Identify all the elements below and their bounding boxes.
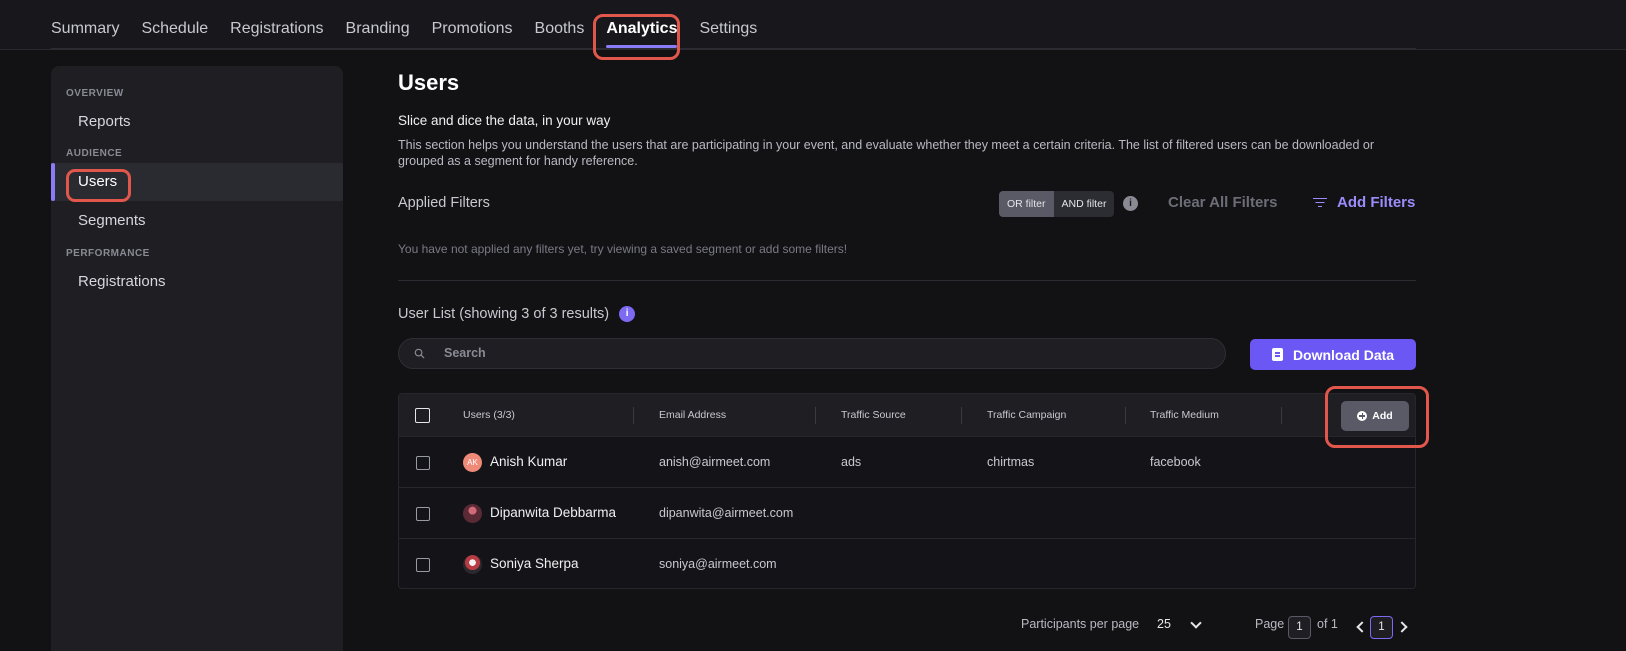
per-page-value[interactable]: 25 — [1157, 617, 1171, 631]
nav-tabs: Summary Schedule Registrations Branding … — [51, 0, 768, 50]
user-name: Soniya Sherpa — [490, 556, 579, 571]
tab-registrations[interactable]: Registrations — [219, 0, 334, 50]
traffic-medium-value: facebook — [1150, 455, 1201, 469]
add-filters-label: Add Filters — [1337, 194, 1416, 211]
download-data-button[interactable]: Download Data — [1250, 339, 1416, 370]
sidebar-section-overview: OVERVIEW — [66, 88, 124, 99]
user-email: dipanwita@airmeet.com — [659, 506, 794, 520]
column-separator — [633, 407, 634, 424]
applied-filters-label: Applied Filters — [398, 195, 490, 211]
search-icon — [414, 348, 425, 359]
sidebar-item-registrations[interactable]: Registrations — [51, 263, 343, 301]
plus-circle-icon — [1357, 411, 1368, 421]
sidebar-item-segments[interactable]: Segments — [51, 202, 343, 240]
tab-settings[interactable]: Settings — [688, 0, 768, 50]
page-label: Page — [1255, 617, 1285, 631]
row-checkbox[interactable] — [416, 507, 430, 521]
sidebar-item-users[interactable]: Users — [51, 163, 343, 201]
page-description: This section helps you understand the us… — [398, 138, 1375, 168]
add-column-button[interactable]: Add — [1341, 401, 1409, 431]
column-separator — [1281, 407, 1282, 424]
clear-all-filters-button[interactable]: Clear All Filters — [1168, 194, 1277, 211]
sidebar-section-performance: PERFORMANCE — [66, 248, 150, 259]
add-filters-button[interactable]: Add Filters — [1313, 194, 1415, 211]
traffic-source-value: ads — [841, 455, 862, 469]
user-email: soniya@airmeet.com — [659, 557, 777, 571]
filter-mode-toggle: OR filter AND filter — [999, 191, 1115, 217]
chevron-right-icon[interactable] — [1396, 621, 1408, 633]
avatar — [463, 554, 482, 574]
tab-summary[interactable]: Summary — [51, 0, 130, 50]
filter-icon — [1313, 197, 1327, 209]
document-icon — [1271, 348, 1283, 361]
table-row[interactable]: AK Anish Kumar anish@airmeet.com ads chi… — [399, 436, 1415, 487]
and-filter-button[interactable]: AND filter — [1053, 191, 1115, 217]
column-email: Email Address — [659, 409, 727, 421]
empty-filters-message: You have not applied any filters yet, tr… — [398, 242, 848, 256]
top-navigation: Summary Schedule Registrations Branding … — [0, 0, 1626, 50]
avatar: AK — [463, 452, 482, 472]
table-header: Users (3/3) Email Address Traffic Source… — [399, 394, 1415, 436]
page-number-input[interactable]: 1 — [1288, 616, 1311, 639]
per-page-label: Participants per page — [1021, 617, 1140, 631]
user-name-cell: Dipanwita Debbarma — [463, 488, 616, 538]
tab-analytics[interactable]: Analytics — [595, 0, 688, 50]
select-all-checkbox[interactable] — [415, 408, 430, 423]
search-placeholder: Search — [444, 346, 486, 360]
search-input[interactable]: Search — [398, 338, 1226, 369]
chevron-left-icon[interactable] — [1356, 621, 1368, 633]
page-subtitle: Slice and dice the data, in your way — [398, 113, 611, 128]
column-separator — [815, 407, 816, 424]
column-users: Users (3/3) — [463, 409, 515, 421]
column-traffic-medium: Traffic Medium — [1150, 409, 1219, 421]
table-row[interactable]: Dipanwita Debbarma dipanwita@airmeet.com — [399, 487, 1415, 538]
user-email: anish@airmeet.com — [659, 455, 771, 469]
column-traffic-source: Traffic Source — [841, 409, 906, 421]
user-name-cell: AK Anish Kumar — [463, 437, 567, 487]
sidebar: OVERVIEW Reports AUDIENCE Users Segments… — [51, 66, 343, 651]
user-list-title: User List (showing 3 of 3 results) i — [398, 306, 636, 322]
nav-divider — [51, 48, 1416, 49]
sidebar-item-reports[interactable]: Reports — [51, 103, 343, 141]
current-page-button[interactable]: 1 — [1370, 616, 1393, 639]
download-data-label: Download Data — [1292, 346, 1395, 363]
row-checkbox[interactable] — [416, 456, 430, 470]
tab-promotions[interactable]: Promotions — [421, 0, 524, 50]
tab-analytics-label: Analytics — [606, 20, 678, 37]
users-table: Users (3/3) Email Address Traffic Source… — [398, 393, 1416, 589]
table-row[interactable]: Soniya Sherpa soniya@airmeet.com — [399, 538, 1415, 588]
column-separator — [1125, 407, 1126, 424]
traffic-campaign-value: chirtmas — [987, 455, 1035, 469]
user-name-cell: Soniya Sherpa — [463, 539, 579, 588]
column-separator — [961, 407, 962, 424]
add-column-label: Add — [1372, 410, 1393, 422]
user-list-title-text: User List (showing 3 of 3 results) — [398, 306, 610, 322]
tab-schedule[interactable]: Schedule — [130, 0, 219, 50]
info-icon[interactable]: i — [619, 306, 636, 322]
page-title: Users — [398, 70, 460, 95]
page-of-label: of 1 — [1317, 617, 1338, 631]
tab-branding[interactable]: Branding — [335, 0, 421, 50]
sidebar-section-audience: AUDIENCE — [66, 148, 123, 159]
chevron-down-icon[interactable] — [1190, 617, 1202, 629]
section-divider — [398, 280, 1416, 281]
info-icon[interactable]: i — [1123, 196, 1138, 211]
avatar — [463, 503, 482, 523]
user-name: Anish Kumar — [490, 454, 568, 469]
or-filter-button[interactable]: OR filter — [999, 191, 1054, 217]
column-traffic-campaign: Traffic Campaign — [987, 409, 1067, 421]
row-checkbox[interactable] — [416, 558, 430, 572]
tab-booths[interactable]: Booths — [524, 0, 596, 50]
user-name: Dipanwita Debbarma — [490, 505, 617, 520]
